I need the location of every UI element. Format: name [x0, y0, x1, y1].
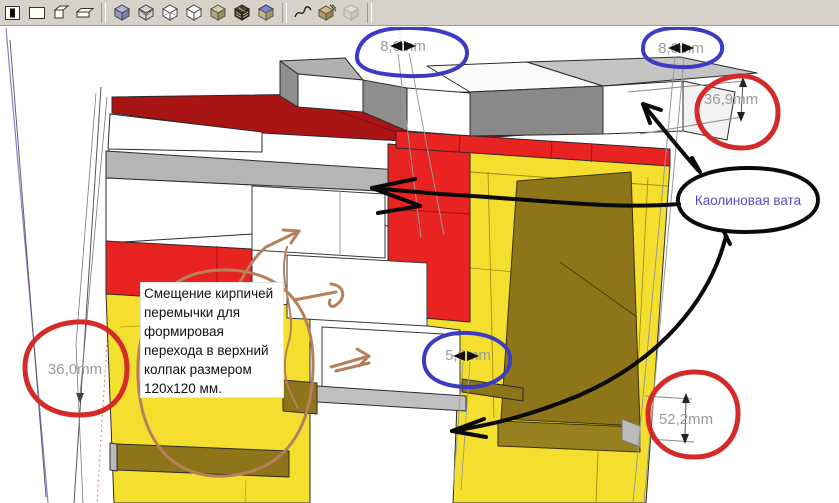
xray-style-icon[interactable]	[111, 2, 133, 24]
note-line: Смещение кирпичей	[144, 284, 283, 303]
wireframe-style-icon[interactable]	[135, 2, 157, 24]
back-edges-style-icon[interactable]	[159, 2, 181, 24]
plan-view-icon[interactable]	[74, 2, 96, 24]
toolbar-separator	[101, 3, 106, 23]
note-line: формировая	[144, 322, 283, 341]
sketchy-edges-icon[interactable]	[316, 2, 338, 24]
dimension-label: 8,0mm	[658, 40, 704, 57]
hidden-line-style-icon[interactable]	[183, 2, 205, 24]
toolbar-separator	[282, 3, 287, 23]
monochrome-style-icon[interactable]	[255, 2, 277, 24]
note-line: 120х120 мм.	[144, 379, 283, 398]
shaded-style-icon[interactable]	[207, 2, 229, 24]
yellow-tower-group	[388, 131, 670, 503]
dimension-left[interactable]: 36,0mm	[48, 361, 102, 378]
model-viewport[interactable]: 8,0mm 8,0mm 36,9mm 36,0mm	[0, 27, 839, 503]
dimension-label: 36,9mm	[704, 91, 758, 108]
shaded-with-textures-style-icon[interactable]	[231, 2, 253, 24]
top-view-icon[interactable]	[50, 2, 72, 24]
kaolin-label[interactable]: Каолиновая вата	[695, 193, 802, 208]
dimension-label: 8,0mm	[380, 38, 426, 55]
toolbar-separator	[367, 3, 372, 23]
ghost-component-icon[interactable]	[340, 2, 362, 24]
dimension-label: 52,2mm	[659, 411, 713, 428]
front-view-icon[interactable]	[26, 2, 48, 24]
dimension-label: 36,0mm	[48, 361, 102, 378]
sketchup-window: 8,0mm 8,0mm 36,9mm 36,0mm	[0, 0, 839, 503]
toolbar	[0, 0, 839, 26]
chamber-ledge	[498, 421, 640, 452]
note-text-box[interactable]: Смещение кирпичей перемычки для формиров…	[140, 282, 284, 398]
note-line: колпак размером	[144, 360, 283, 379]
note-line: перехода в верхний	[144, 341, 283, 360]
iso-view-icon[interactable]	[2, 2, 24, 24]
note-line: перемычки для	[144, 303, 283, 322]
freehand-tool-icon[interactable]	[292, 2, 314, 24]
